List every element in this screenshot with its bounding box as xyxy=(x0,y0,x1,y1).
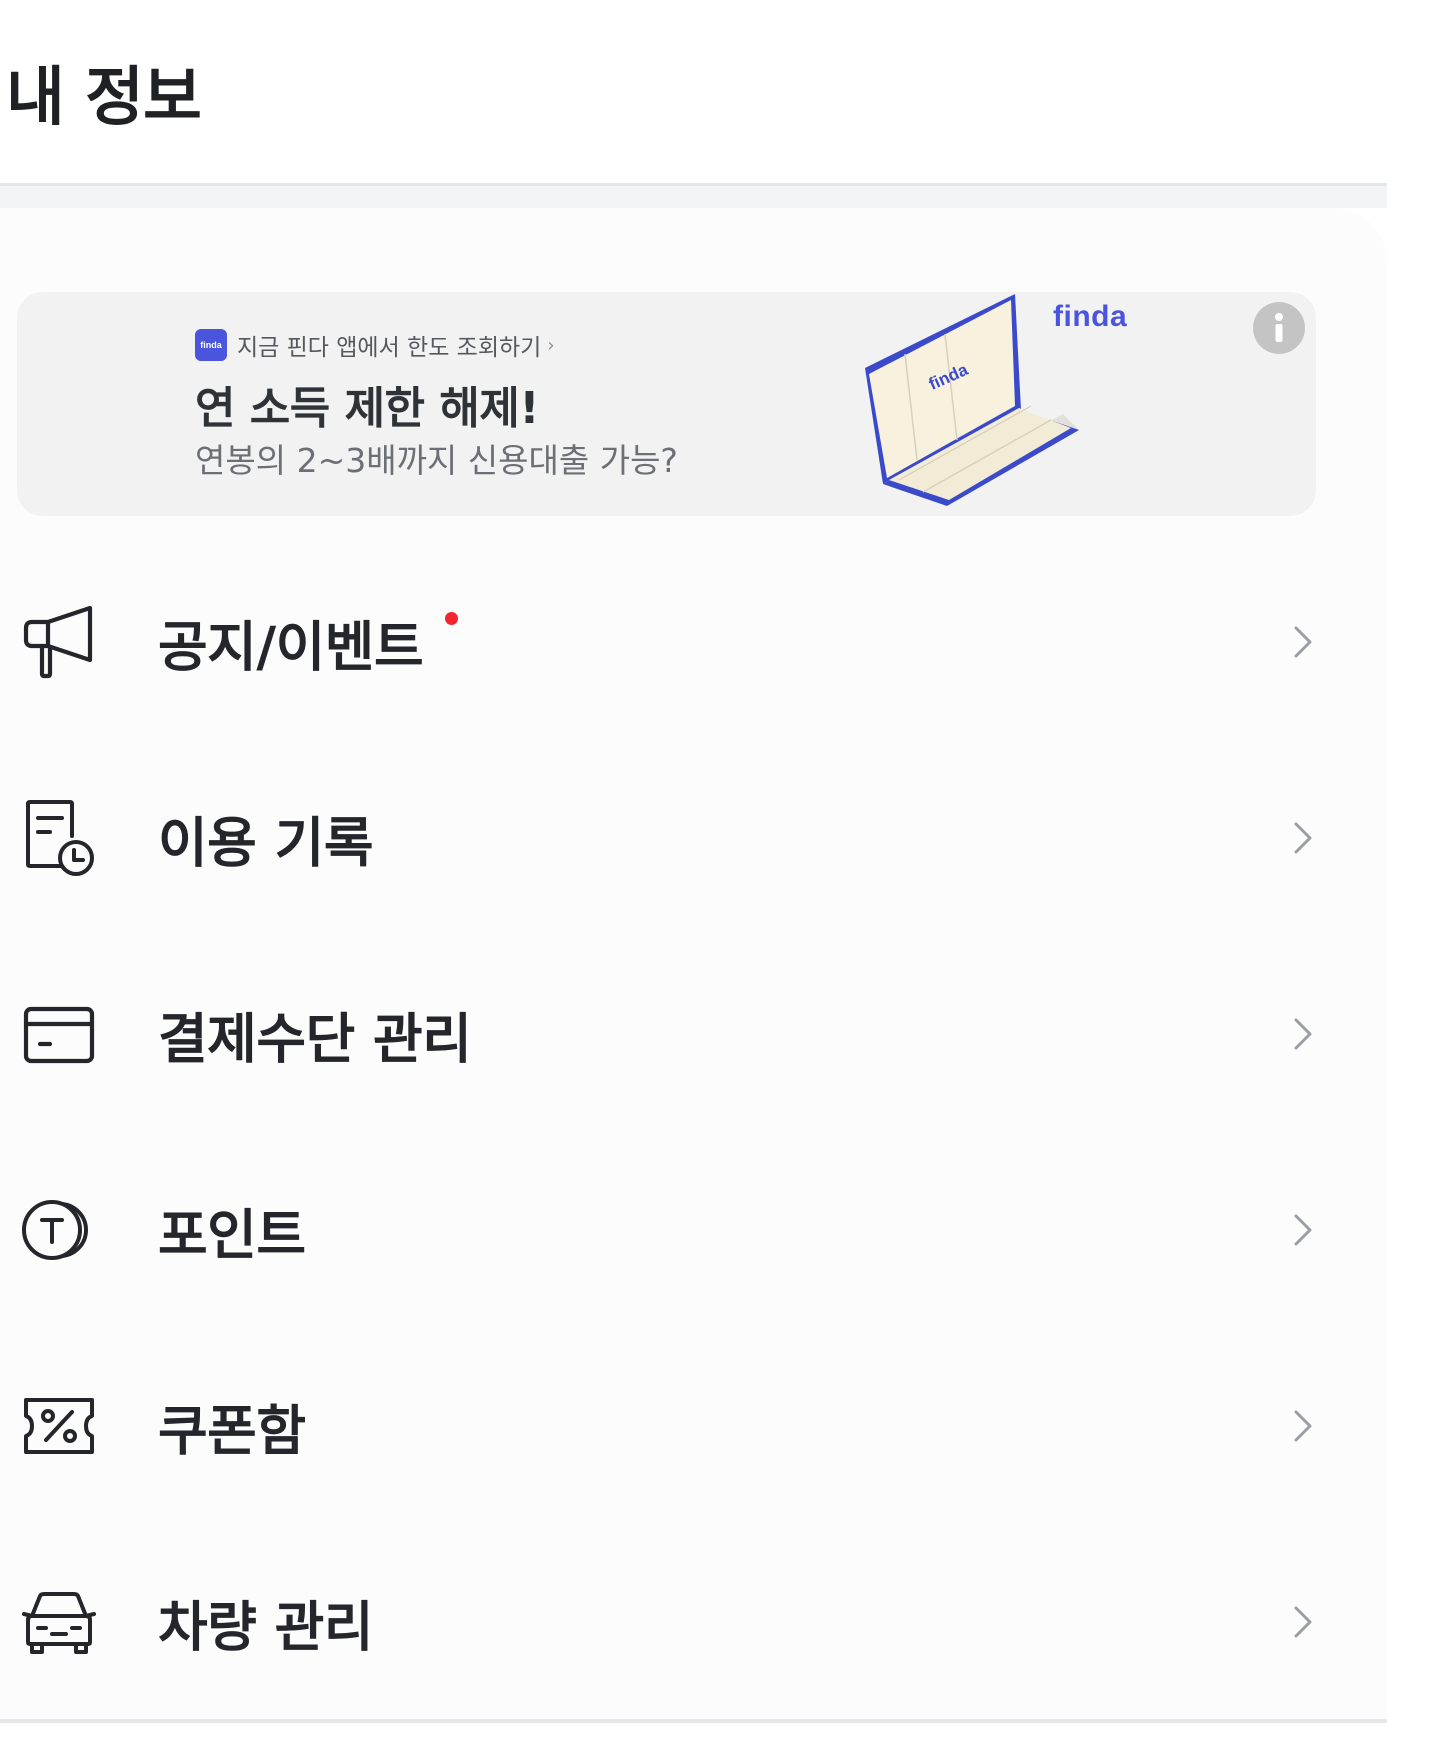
ad-headline: 연 소득 제한 해제! xyxy=(195,383,539,434)
chevron-right-icon xyxy=(1294,1410,1312,1442)
chevron-right-icon: › xyxy=(547,334,555,356)
menu-item-label: 쿠폰함 xyxy=(158,1399,306,1463)
chevron-right-icon xyxy=(1294,626,1312,658)
menu-item-vehicle-management[interactable]: 차량 관리 xyxy=(0,1524,1387,1720)
menu-item-coupons[interactable]: 쿠폰함 xyxy=(0,1328,1387,1524)
info-icon[interactable] xyxy=(1253,302,1305,354)
info-glyph xyxy=(1275,313,1283,342)
menu-item-label: 결제수단 관리 xyxy=(158,1007,472,1071)
menu-item-usage-history[interactable]: 이용 기록 xyxy=(0,740,1387,936)
new-badge xyxy=(445,612,458,625)
ad-banner[interactable]: finda 지금 핀다 앱에서 한도 조회하기 › 연 소득 제한 해제! 연봉… xyxy=(17,292,1316,516)
chevron-right-icon xyxy=(1294,1606,1312,1638)
menu-item-points[interactable]: 포인트 xyxy=(0,1132,1387,1328)
menu-item-label: 차량 관리 xyxy=(158,1595,374,1659)
menu-item-label: 이용 기록 xyxy=(158,811,374,875)
megaphone-icon xyxy=(23,605,93,679)
menu-item-label: 포인트 xyxy=(158,1203,306,1267)
chevron-right-icon xyxy=(1294,1214,1312,1246)
menu-item-label: 공지/이벤트 xyxy=(158,615,424,679)
car-icon xyxy=(22,1592,96,1654)
section-divider xyxy=(0,186,1387,208)
point-coin-icon xyxy=(22,1200,88,1260)
menu-item-notice-event[interactable]: 공지/이벤트 xyxy=(0,544,1387,740)
credit-card-icon xyxy=(23,1006,95,1064)
chevron-right-icon xyxy=(1294,1018,1312,1050)
finda-logo-icon: finda xyxy=(195,329,227,361)
chevron-right-icon xyxy=(1294,822,1312,854)
usage-history-icon xyxy=(26,800,94,876)
right-gutter xyxy=(1387,0,1429,1741)
ad-top-row: finda 지금 핀다 앱에서 한도 조회하기 › xyxy=(195,328,555,362)
header: 내 정보 xyxy=(0,0,1387,186)
page-title: 내 정보 xyxy=(6,61,202,135)
coupon-icon xyxy=(24,1398,94,1454)
finda-brand-logo: finda xyxy=(1053,300,1128,333)
ad-subtext: 연봉의 2~3배까지 신용대출 가능? xyxy=(195,441,678,480)
ad-top-text: 지금 핀다 앱에서 한도 조회하기 xyxy=(237,335,542,361)
menu-item-payment-methods[interactable]: 결제수단 관리 xyxy=(0,936,1387,1132)
